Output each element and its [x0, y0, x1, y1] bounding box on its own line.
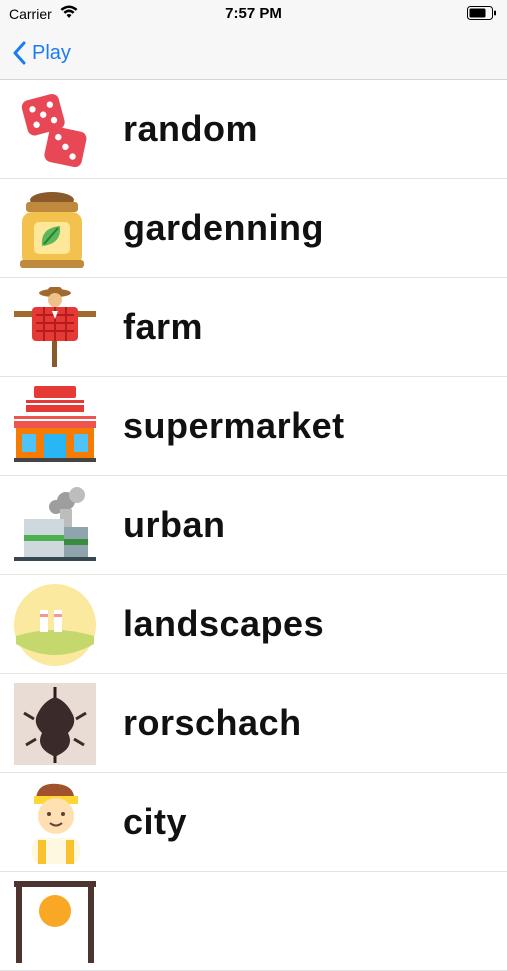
battery-icon: [467, 6, 497, 25]
list-item[interactable]: urban: [0, 476, 507, 575]
category-list: random gardenning farm supermarket urban…: [0, 80, 507, 971]
dice-icon: [14, 89, 96, 171]
list-item[interactable]: city: [0, 773, 507, 872]
list-item[interactable]: gardenning: [0, 179, 507, 278]
category-label: gardenning: [123, 207, 324, 248]
list-item[interactable]: random: [0, 80, 507, 179]
list-item[interactable]: farm: [0, 278, 507, 377]
back-button[interactable]: Play: [12, 38, 71, 68]
list-item[interactable]: rorschach: [0, 674, 507, 773]
list-item[interactable]: supermarket: [0, 377, 507, 476]
landscape-icon: [14, 584, 96, 666]
list-item[interactable]: landscapes: [0, 575, 507, 674]
list-item[interactable]: [0, 872, 507, 971]
chevron-left-icon: [13, 41, 26, 65]
gong-icon: [14, 881, 96, 963]
factory-icon: [14, 485, 96, 567]
category-label: rorschach: [123, 702, 302, 743]
category-label: random: [123, 108, 259, 149]
category-label: city: [123, 801, 188, 842]
inkblot-icon: [14, 683, 96, 765]
worker-icon: [14, 782, 96, 864]
category-label: supermarket: [123, 405, 345, 446]
scarecrow-icon: [14, 287, 96, 369]
seed-bag-icon: [14, 188, 96, 270]
clock: 7:57 PM: [225, 5, 282, 22]
store-icon: [14, 386, 96, 468]
category-label: farm: [123, 306, 204, 347]
category-label: landscapes: [123, 603, 325, 644]
status-bar: Carrier 7:57 PM: [0, 0, 507, 28]
category-label: urban: [123, 504, 226, 545]
navigation-bar: Play: [0, 28, 507, 80]
back-label: Play: [32, 41, 71, 64]
